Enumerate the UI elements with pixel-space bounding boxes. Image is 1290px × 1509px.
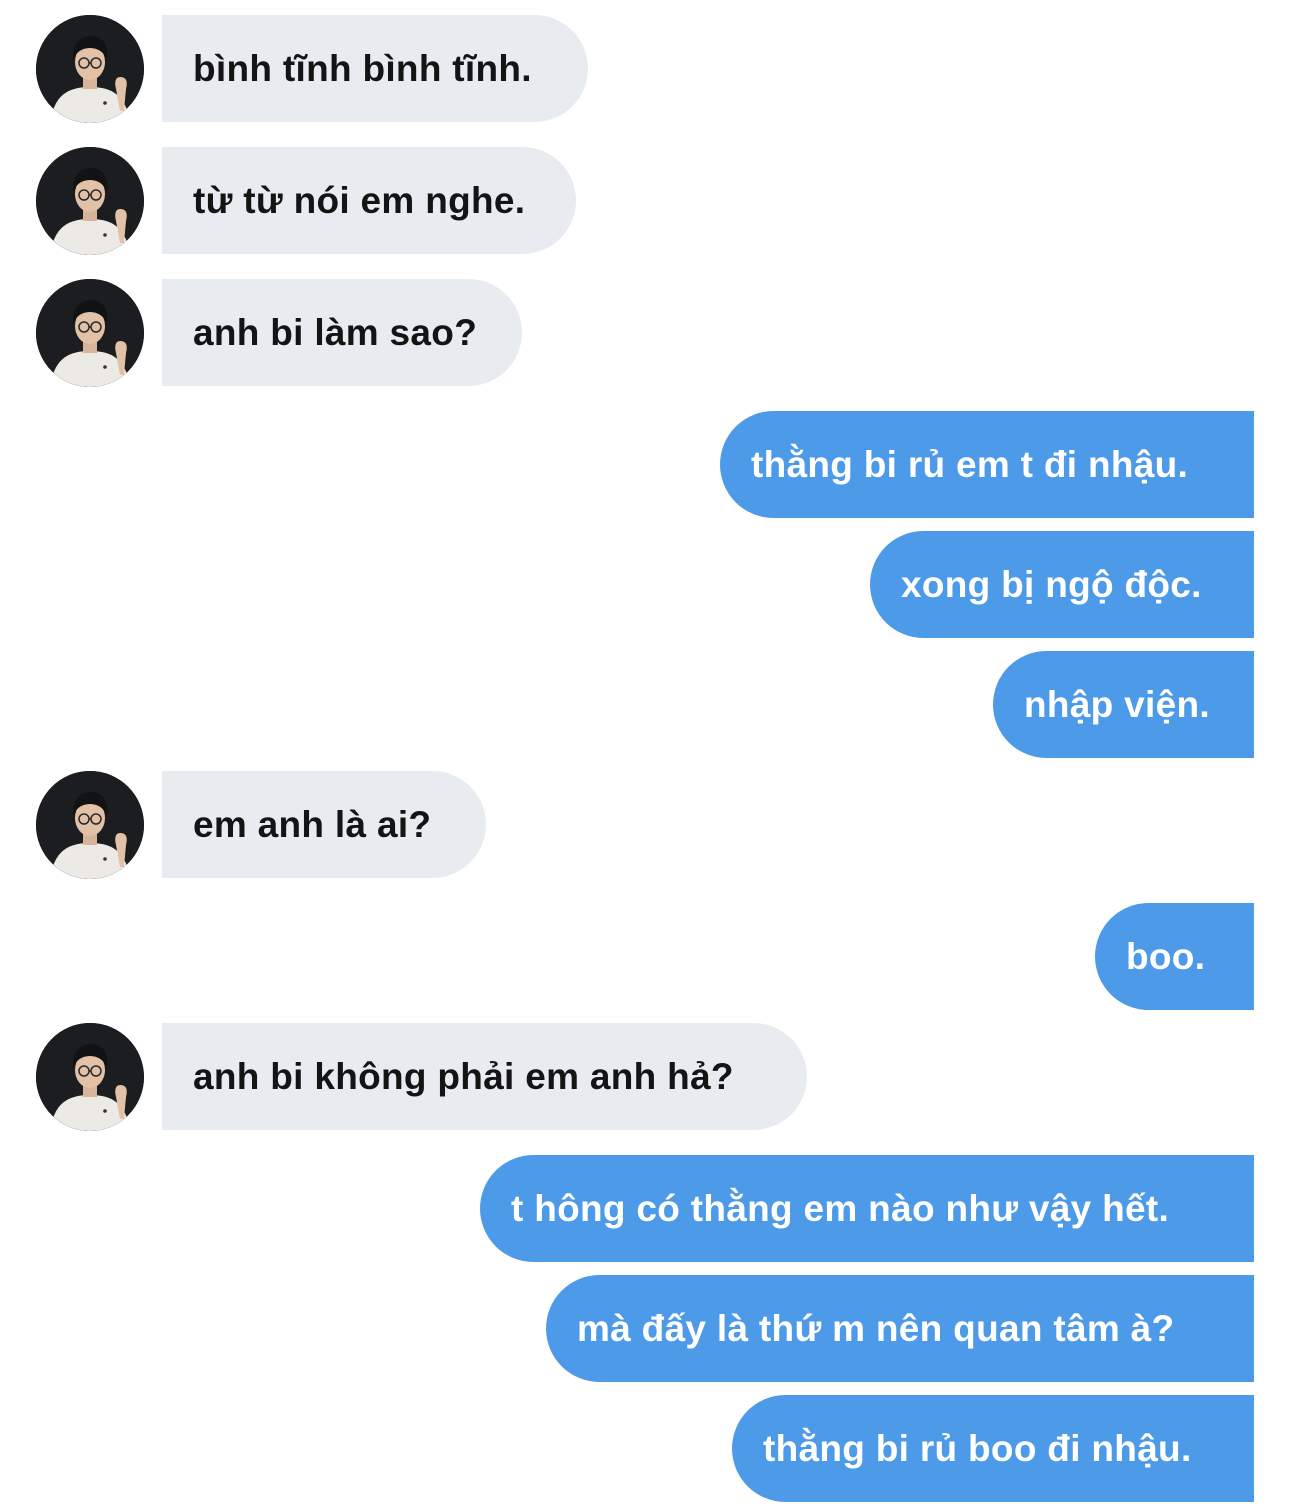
message-bubble-incoming[interactable]: bình tĩnh bình tĩnh.	[162, 15, 588, 122]
message-text: bình tĩnh bình tĩnh.	[193, 47, 532, 89]
message-text: boo.	[1126, 935, 1206, 977]
contact-avatar[interactable]	[36, 147, 144, 255]
person-photo-avatar-icon	[36, 1023, 144, 1131]
message-bubble-incoming[interactable]: anh bi làm sao?	[162, 279, 522, 386]
contact-avatar[interactable]	[36, 1023, 144, 1131]
message-text: anh bi làm sao?	[193, 311, 478, 353]
contact-avatar[interactable]	[36, 15, 144, 123]
message-bubble-outgoing[interactable]: t hông có thằng em nào như vậy hết.	[480, 1155, 1254, 1262]
message-text: từ từ nói em nghe.	[193, 179, 526, 221]
message-text: anh bi không phải em anh hả?	[193, 1055, 734, 1097]
message-bubble-incoming[interactable]: anh bi không phải em anh hả?	[162, 1023, 807, 1130]
message-bubble-outgoing[interactable]: boo.	[1095, 903, 1254, 1010]
person-photo-avatar-icon	[36, 147, 144, 255]
message-text: nhập viện.	[1024, 683, 1210, 725]
contact-avatar[interactable]	[36, 771, 144, 879]
message-text: em anh là ai?	[193, 803, 432, 845]
message-bubble-incoming[interactable]: từ từ nói em nghe.	[162, 147, 576, 254]
person-photo-avatar-icon	[36, 15, 144, 123]
message-text: thằng bi rủ em t đi nhậu.	[751, 443, 1189, 485]
message-bubble-outgoing[interactable]: thằng bi rủ boo đi nhậu.	[732, 1395, 1254, 1502]
contact-avatar[interactable]	[36, 279, 144, 387]
message-bubble-outgoing[interactable]: mà đấy là thứ m nên quan tâm à?	[546, 1275, 1254, 1382]
message-bubble-outgoing[interactable]: xong bị ngộ độc.	[870, 531, 1254, 638]
message-text: thằng bi rủ boo đi nhậu.	[763, 1427, 1192, 1469]
message-bubble-outgoing[interactable]: nhập viện.	[993, 651, 1254, 758]
message-text: t hông có thằng em nào như vậy hết.	[511, 1187, 1170, 1229]
person-photo-avatar-icon	[36, 279, 144, 387]
message-text: mà đấy là thứ m nên quan tâm à?	[577, 1307, 1175, 1349]
message-text: xong bị ngộ độc.	[901, 563, 1202, 605]
message-bubble-outgoing[interactable]: thằng bi rủ em t đi nhậu.	[720, 411, 1254, 518]
message-bubble-incoming[interactable]: em anh là ai?	[162, 771, 486, 878]
person-photo-avatar-icon	[36, 771, 144, 879]
